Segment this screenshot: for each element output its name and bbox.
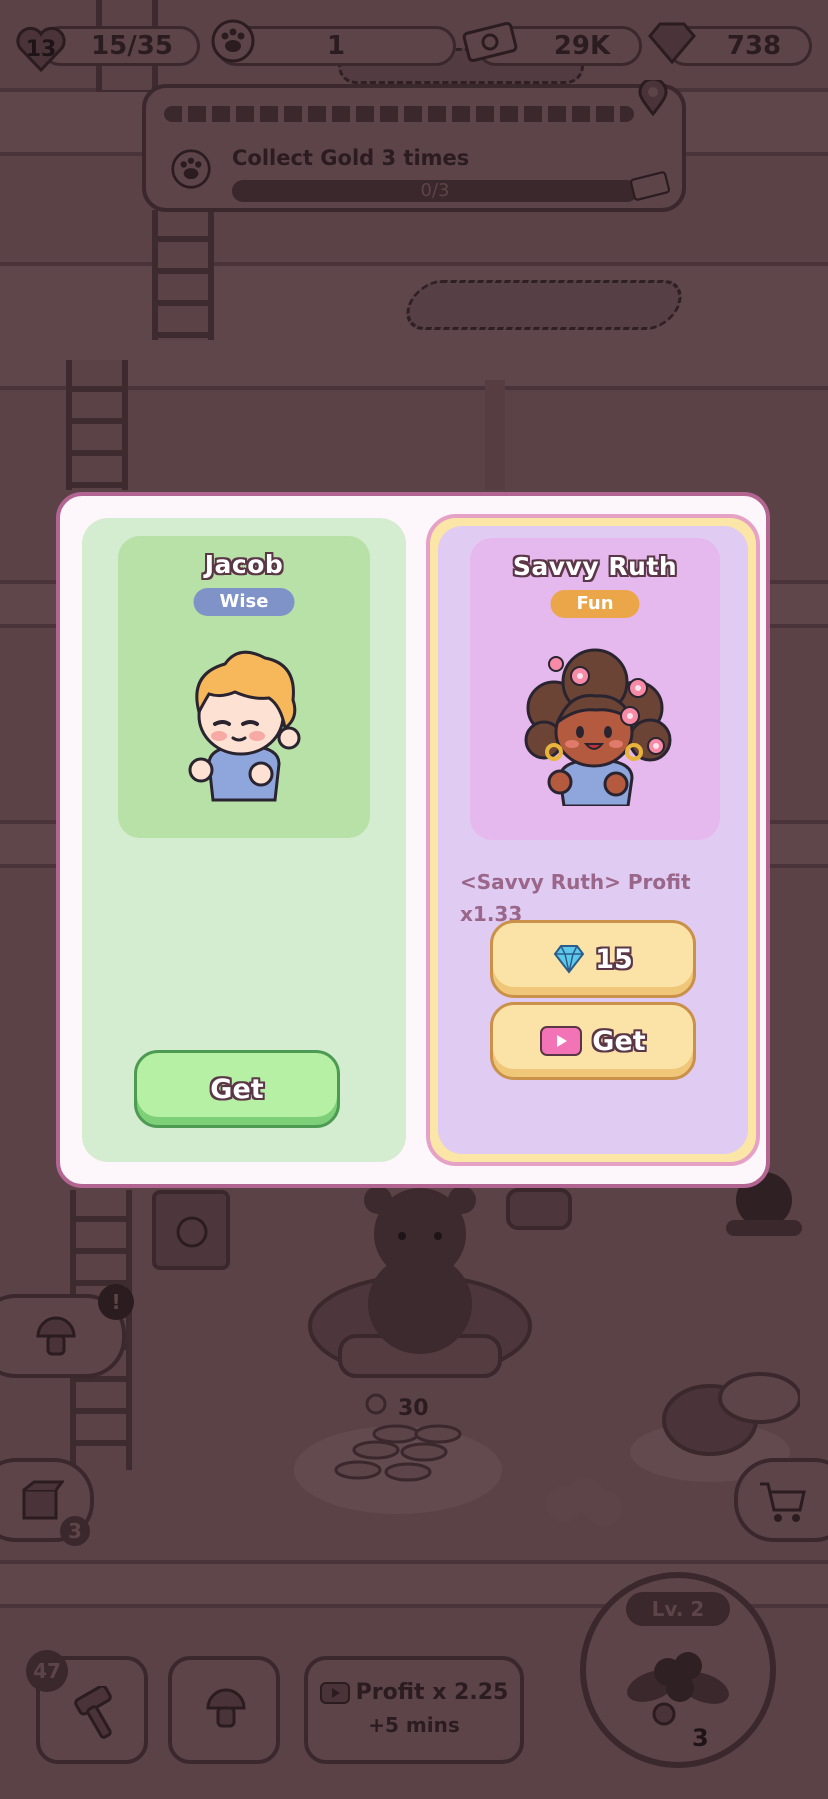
hammer-badge: 47 xyxy=(26,1650,68,1692)
gem-cost: 15 xyxy=(595,943,633,975)
trait-badge: Wise xyxy=(193,588,295,616)
level-heart-icon: 13 xyxy=(16,26,66,72)
profit-time: +5 mins xyxy=(368,1713,460,1737)
gem-icon xyxy=(648,20,696,64)
cash-icon xyxy=(460,18,520,66)
character-select-modal: Jacob Wise Get Savvy Ruth Fun <Savvy Rut… xyxy=(56,492,770,1188)
flower-plant-icon xyxy=(627,1652,729,1726)
jacob-portrait xyxy=(188,650,301,802)
hammer-icon xyxy=(74,1686,112,1739)
shield-sign xyxy=(506,1188,572,1230)
quest-progress: 0/3 xyxy=(420,180,450,201)
box-icon xyxy=(22,1480,64,1520)
get-jacob-button[interactable]: Get xyxy=(134,1050,340,1128)
get-label: Get xyxy=(210,1073,264,1105)
level-number: 13 xyxy=(25,36,57,62)
get-label: Get xyxy=(592,1025,646,1057)
flower-badge: 3 xyxy=(692,1724,709,1752)
profit-label: Profit x 2.25 xyxy=(355,1680,509,1705)
level-label-pill: Lv. 2 xyxy=(626,1592,730,1626)
box-badge: 3 xyxy=(60,1516,90,1546)
character-card: Savvy Ruth Fun xyxy=(470,538,720,840)
shop-cart-button[interactable] xyxy=(734,1458,828,1542)
quest-title: Collect Gold 3 times xyxy=(232,146,470,170)
quest-progress-bar: 0/3 xyxy=(232,180,638,202)
character-option-savvy-ruth[interactable]: Savvy Ruth Fun <Savvy Ruth> Profit x1.33… xyxy=(426,514,760,1166)
quest-reward-cash-icon xyxy=(628,168,672,208)
watch-ad-get-button[interactable]: Get xyxy=(490,1002,696,1080)
profit-boost-button[interactable]: Profit x 2.25 +5 mins xyxy=(304,1656,524,1764)
mushroom-button[interactable] xyxy=(168,1656,280,1764)
ladder xyxy=(66,360,128,490)
character-option-inner: Savvy Ruth Fun <Savvy Ruth> Profit x1.33… xyxy=(438,526,748,1154)
quest-card[interactable]: Collect Gold 3 times 0/3 xyxy=(142,77,686,212)
video-ad-icon xyxy=(319,1681,350,1704)
mushroom-icon xyxy=(36,1316,76,1356)
empty-slot xyxy=(398,280,690,330)
diamond-icon xyxy=(553,945,585,974)
quest-pin-icon xyxy=(638,77,668,117)
video-ad-icon xyxy=(540,1026,583,1056)
gems-amount: 738 xyxy=(726,31,782,61)
alert-badge: ! xyxy=(98,1284,134,1320)
flower-decor xyxy=(546,1478,622,1526)
character-card: Jacob Wise xyxy=(118,536,370,838)
quest-paw-icon xyxy=(170,148,212,194)
buy-with-gems-button[interactable]: 15 xyxy=(490,920,696,998)
picture-frame xyxy=(152,1190,230,1270)
ladder xyxy=(152,210,214,340)
paw-icon xyxy=(210,18,256,64)
savvy-ruth-portrait xyxy=(524,648,672,806)
character-name: Savvy Ruth xyxy=(512,552,678,581)
level-progress: 15/35 xyxy=(91,31,173,61)
trait-badge: Fun xyxy=(550,590,640,618)
level-circle-button[interactable]: Lv. 2 3 xyxy=(580,1572,776,1768)
quest-stripe-decor xyxy=(164,106,634,122)
cart-icon xyxy=(760,1482,806,1522)
coin-pile-amount: 30 xyxy=(398,1396,429,1421)
paw-count: 1 xyxy=(326,31,346,61)
cash-amount: 29K xyxy=(553,31,611,61)
mushroom-icon xyxy=(206,1688,246,1728)
character-name: Jacob xyxy=(204,550,284,579)
character-option-jacob[interactable]: Jacob Wise Get xyxy=(82,518,406,1162)
